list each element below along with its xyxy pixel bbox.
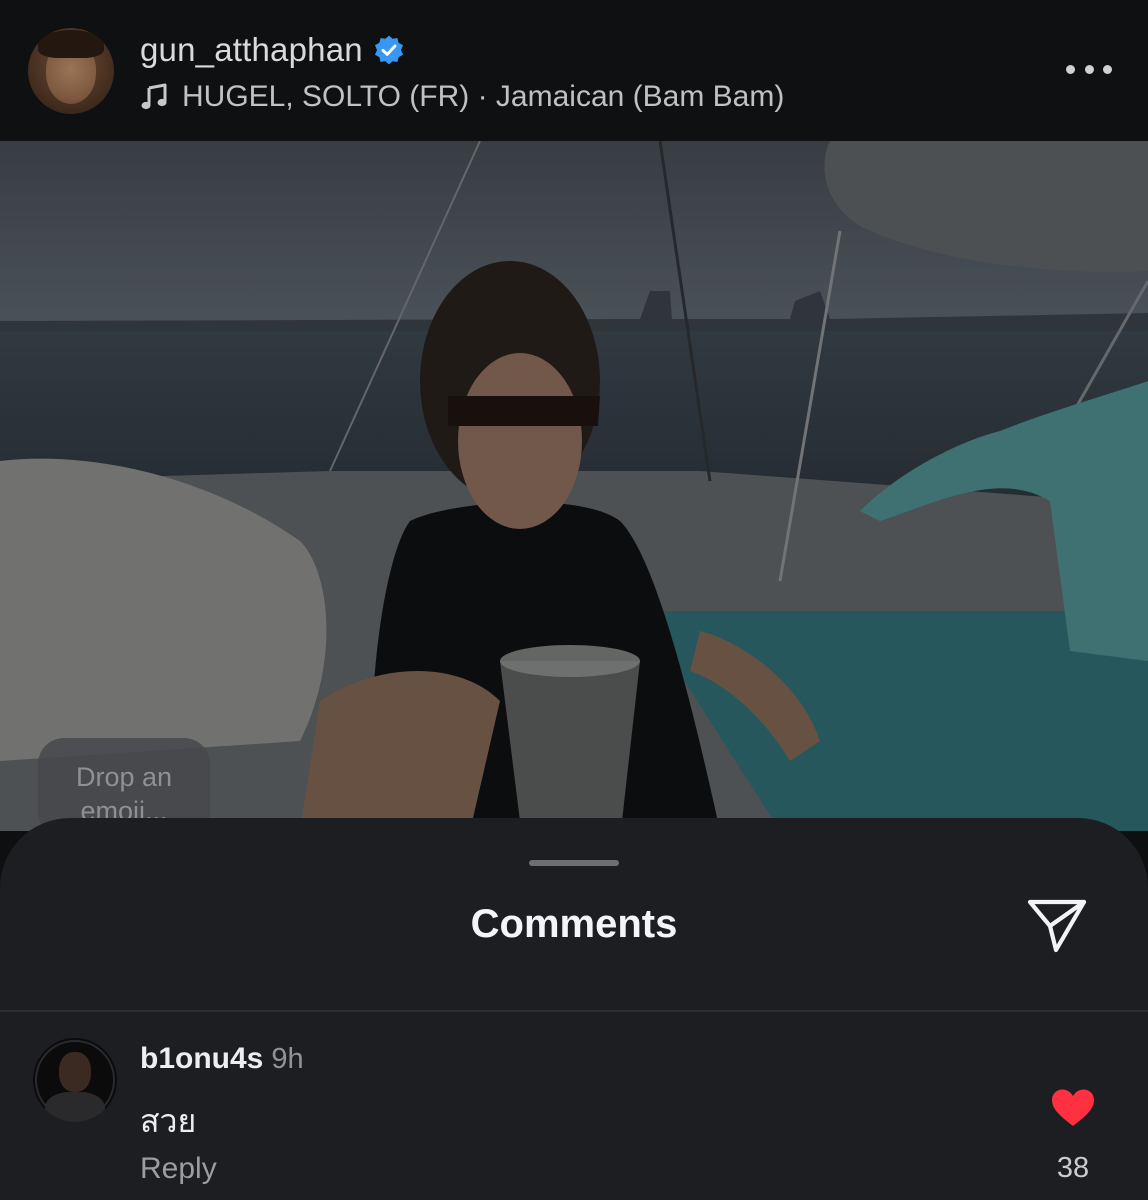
photo-illustration — [0, 141, 1148, 831]
post-photo[interactable] — [0, 141, 1148, 831]
heart-like-icon[interactable] — [1050, 1088, 1096, 1128]
comments-sheet: Comments b1onu4s 9h สวย Reply 38 — [0, 818, 1148, 1200]
dot — [1084, 64, 1094, 74]
username-row: gun_atthaphan — [140, 30, 405, 70]
comment-item: b1onu4s 9h สวย Reply 38 — [0, 1012, 1148, 1200]
sheet-grabber[interactable] — [529, 860, 619, 866]
reply-button[interactable]: Reply — [140, 1152, 217, 1186]
emoji-prompt: Drop an emoji... — [75, 762, 173, 826]
avatar-ring — [35, 1040, 115, 1120]
post-header: gun_atthaphan HUGEL, SOLTO (FR) · Jamaic… — [0, 0, 1148, 141]
like-count: 38 — [1056, 1152, 1090, 1184]
more-options-icon[interactable] — [1066, 58, 1112, 80]
verified-badge-icon — [374, 35, 403, 65]
commenter-avatar[interactable] — [33, 1038, 117, 1122]
dot — [1103, 64, 1112, 74]
username[interactable]: gun_atthaphan — [140, 31, 363, 69]
comment-meta: b1onu4s 9h — [140, 1042, 304, 1076]
dot — [1066, 64, 1075, 74]
profile-avatar[interactable] — [28, 28, 114, 114]
sheet-title: Comments — [470, 902, 678, 946]
comment-time: 9h — [271, 1043, 304, 1075]
share-send-icon[interactable] — [1024, 896, 1090, 956]
music-note-icon — [141, 83, 167, 110]
commenter-username[interactable]: b1onu4s — [140, 1042, 263, 1076]
music-label: HUGEL, SOLTO (FR) · Jamaican (Bam Bam) — [182, 80, 785, 113]
avatar-hair — [38, 30, 104, 58]
music-row[interactable]: HUGEL, SOLTO (FR) · Jamaican (Bam Bam) — [140, 78, 784, 116]
comment-text: สวย — [140, 1102, 197, 1140]
